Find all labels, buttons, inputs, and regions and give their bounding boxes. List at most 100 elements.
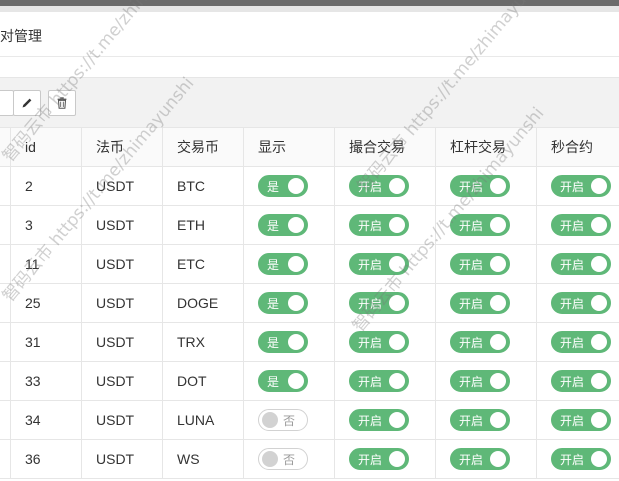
match-trade-toggle[interactable]: 开启 — [349, 214, 409, 236]
show-toggle[interactable]: 是 — [258, 370, 308, 392]
toggle-knob — [389, 334, 405, 350]
column-header-fiat: 法币 — [81, 127, 163, 167]
match-trade-toggle[interactable]: 开启 — [349, 253, 409, 275]
match-trade-toggle[interactable]: 开启 — [349, 409, 409, 431]
toggle-knob — [591, 412, 607, 428]
leverage-trade-toggle[interactable]: 开启 — [450, 409, 510, 431]
second-contract-toggle[interactable]: 开启 — [551, 253, 611, 275]
cell-fiat: USDT — [81, 322, 163, 362]
row-select-cell[interactable] — [0, 244, 11, 284]
cell-fiat: USDT — [81, 361, 163, 401]
row-select-cell[interactable] — [0, 361, 11, 401]
row-select-cell[interactable] — [0, 283, 11, 323]
toggle-knob — [288, 295, 304, 311]
match-trade-toggle[interactable]: 开启 — [349, 292, 409, 314]
cell-coin: ETH — [162, 205, 244, 245]
show-toggle[interactable]: 是 — [258, 331, 308, 353]
show-toggle-label: 否 — [283, 452, 296, 467]
cell-leverage-trade: 开启 — [435, 322, 537, 362]
column-header-show: 显示 — [243, 127, 335, 167]
column-header-match-trade: 撮合交易 — [334, 127, 436, 167]
table-row: 2 USDT BTC 是 开启 开启 开启 — [0, 166, 619, 206]
edit-button[interactable] — [13, 90, 41, 116]
second-contract-toggle[interactable]: 开启 — [551, 409, 611, 431]
toggle-knob — [591, 295, 607, 311]
show-toggle[interactable]: 是 — [258, 175, 308, 197]
cell-id: 31 — [10, 322, 82, 362]
cell-leverage-trade: 开启 — [435, 244, 537, 284]
second-contract-toggle[interactable]: 开启 — [551, 214, 611, 236]
toggle-knob — [262, 451, 278, 467]
match-trade-toggle-label: 开启 — [358, 257, 383, 272]
second-contract-toggle-label: 开启 — [560, 452, 585, 467]
match-trade-toggle[interactable]: 开启 — [349, 331, 409, 353]
cell-coin: TRX — [162, 322, 244, 362]
row-select-cell[interactable] — [0, 322, 11, 362]
toggle-knob — [490, 295, 506, 311]
cell-id: 34 — [10, 400, 82, 440]
show-toggle[interactable]: 是 — [258, 292, 308, 314]
second-contract-toggle[interactable]: 开启 — [551, 331, 611, 353]
column-header-leverage-trade: 杠杆交易 — [435, 127, 537, 167]
column-header-coin: 交易币 — [162, 127, 244, 167]
show-toggle-label: 是 — [267, 374, 280, 389]
cell-match-trade: 开启 — [334, 361, 436, 401]
cell-leverage-trade: 开启 — [435, 283, 537, 323]
cell-match-trade: 开启 — [334, 283, 436, 323]
cell-fiat: USDT — [81, 439, 163, 479]
show-toggle[interactable]: 是 — [258, 214, 308, 236]
cell-coin: BTC — [162, 166, 244, 206]
second-contract-toggle[interactable]: 开启 — [551, 175, 611, 197]
row-select-cell[interactable] — [0, 400, 11, 440]
show-toggle-label: 是 — [267, 335, 280, 350]
row-select-cell[interactable] — [0, 166, 11, 206]
leverage-trade-toggle[interactable]: 开启 — [450, 175, 510, 197]
leverage-trade-toggle[interactable]: 开启 — [450, 214, 510, 236]
show-toggle-label: 是 — [267, 218, 280, 233]
page-header: 对管理 — [0, 12, 619, 57]
leverage-trade-toggle[interactable]: 开启 — [450, 331, 510, 353]
match-trade-toggle-label: 开启 — [358, 452, 383, 467]
cell-second-contract: 开启 — [536, 439, 619, 479]
second-contract-toggle[interactable]: 开启 — [551, 292, 611, 314]
show-toggle[interactable]: 否 — [258, 448, 308, 470]
toggle-knob — [288, 334, 304, 350]
toolbar-partial-button[interactable] — [0, 90, 14, 116]
cell-fiat: USDT — [81, 166, 163, 206]
toggle-knob — [490, 256, 506, 272]
cell-match-trade: 开启 — [334, 166, 436, 206]
delete-button[interactable] — [48, 90, 76, 116]
cell-coin: WS — [162, 439, 244, 479]
match-trade-toggle[interactable]: 开启 — [349, 370, 409, 392]
match-trade-toggle[interactable]: 开启 — [349, 448, 409, 470]
cell-coin: ETC — [162, 244, 244, 284]
leverage-trade-toggle-label: 开启 — [459, 179, 484, 194]
cell-second-contract: 开启 — [536, 400, 619, 440]
show-toggle[interactable]: 否 — [258, 409, 308, 431]
cell-leverage-trade: 开启 — [435, 361, 537, 401]
leverage-trade-toggle-label: 开启 — [459, 257, 484, 272]
second-contract-toggle[interactable]: 开启 — [551, 448, 611, 470]
cell-second-contract: 开启 — [536, 166, 619, 206]
second-contract-toggle-label: 开启 — [560, 296, 585, 311]
leverage-trade-toggle[interactable]: 开启 — [450, 292, 510, 314]
match-trade-toggle-label: 开启 — [358, 218, 383, 233]
column-header-select[interactable] — [0, 127, 11, 167]
leverage-trade-toggle[interactable]: 开启 — [450, 448, 510, 470]
row-select-cell[interactable] — [0, 439, 11, 479]
match-trade-toggle[interactable]: 开启 — [349, 175, 409, 197]
row-select-cell[interactable] — [0, 205, 11, 245]
match-trade-toggle-label: 开启 — [358, 413, 383, 428]
second-contract-toggle-label: 开启 — [560, 335, 585, 350]
pairs-table: id 法币 交易币 显示 撮合交易 杠杆交易 秒合约 2 USDT BTC 是开启 开启… — [0, 127, 619, 479]
toggle-knob — [591, 373, 607, 389]
toggle-knob — [591, 334, 607, 350]
leverage-trade-toggle[interactable]: 开启 — [450, 253, 510, 275]
cell-match-trade: 开启 — [334, 322, 436, 362]
second-contract-toggle[interactable]: 开启 — [551, 370, 611, 392]
toggle-knob — [490, 334, 506, 350]
second-contract-toggle-label: 开启 — [560, 179, 585, 194]
leverage-trade-toggle[interactable]: 开启 — [450, 370, 510, 392]
cell-match-trade: 开启 — [334, 439, 436, 479]
show-toggle[interactable]: 是 — [258, 253, 308, 275]
